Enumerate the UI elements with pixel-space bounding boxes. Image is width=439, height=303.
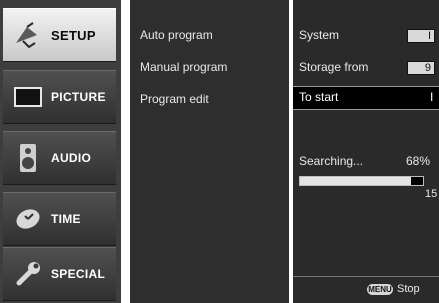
divider	[293, 109, 439, 110]
tv-screen-icon	[11, 80, 45, 114]
submenu-item-program-edit[interactable]: Program edit	[140, 92, 209, 106]
menu-item-picture[interactable]: PICTURE	[3, 70, 116, 124]
menu-item-time[interactable]: TIME	[3, 192, 116, 246]
to-start-row[interactable]: To start I	[293, 87, 439, 109]
channel-count: 15	[425, 188, 438, 200]
menu-key-badge: MENU	[367, 284, 393, 295]
submenu-panel: Auto program Manual program Program edit	[130, 0, 289, 303]
search-progress-bar	[299, 176, 424, 186]
clock-icon	[11, 202, 45, 236]
searching-percent: 68%	[406, 154, 431, 168]
searching-label: Searching...	[299, 154, 364, 168]
speaker-icon	[11, 141, 45, 175]
menu-item-label: PICTURE	[51, 90, 106, 104]
system-label: System	[299, 28, 340, 42]
system-value-box[interactable]: I	[407, 29, 435, 43]
to-start-value: I	[430, 90, 434, 104]
to-start-label: To start	[299, 90, 339, 104]
menu-item-special[interactable]: SPECIAL	[3, 247, 116, 301]
auto-program-panel: System I Storage from 9 To start I Searc…	[293, 0, 439, 303]
menu-item-label: AUDIO	[51, 151, 92, 165]
menu-item-label: SPECIAL	[51, 267, 106, 281]
wrench-icon	[11, 257, 45, 291]
main-menu: SETUP PICTURE AUDIO TIME SPECIAL	[0, 0, 121, 303]
storage-from-value-box[interactable]: 9	[407, 61, 435, 75]
storage-from-label: Storage from	[299, 60, 369, 74]
submenu-item-manual-program[interactable]: Manual program	[140, 60, 227, 74]
stop-label[interactable]: Stop	[397, 283, 420, 295]
menu-item-label: TIME	[51, 212, 81, 226]
satellite-dish-icon	[11, 18, 45, 52]
menu-item-setup[interactable]: SETUP	[3, 8, 116, 62]
menu-item-label: SETUP	[51, 27, 96, 43]
search-progress-fill	[300, 177, 411, 185]
divider	[293, 276, 439, 277]
submenu-item-auto-program[interactable]: Auto program	[140, 28, 213, 42]
menu-item-audio[interactable]: AUDIO	[3, 131, 116, 185]
